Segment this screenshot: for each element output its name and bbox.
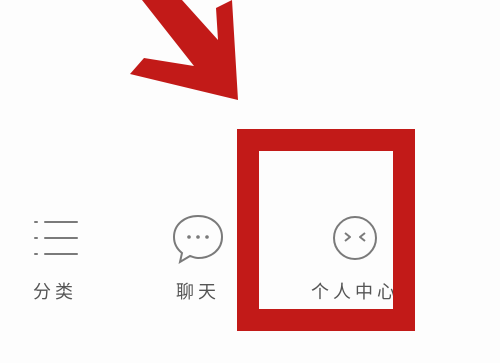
bottom-tab-bar: 分类 聊天 个人中心 (0, 190, 500, 320)
smiley-face-icon (333, 216, 377, 260)
tab-category-label: 分类 (33, 282, 77, 303)
tab-chat-label: 聊天 (176, 282, 220, 303)
tab-category[interactable]: 分类 (0, 190, 110, 310)
list-icon (34, 221, 78, 255)
chat-bubble-icon (172, 214, 224, 265)
annotation-arrow-icon (130, 0, 238, 100)
app-screen: 分类 聊天 个人中心 (0, 0, 500, 363)
tab-chat[interactable]: 聊天 (143, 190, 253, 310)
tab-profile[interactable]: 个人中心 (300, 190, 410, 310)
tab-profile-label: 个人中心 (311, 282, 399, 303)
